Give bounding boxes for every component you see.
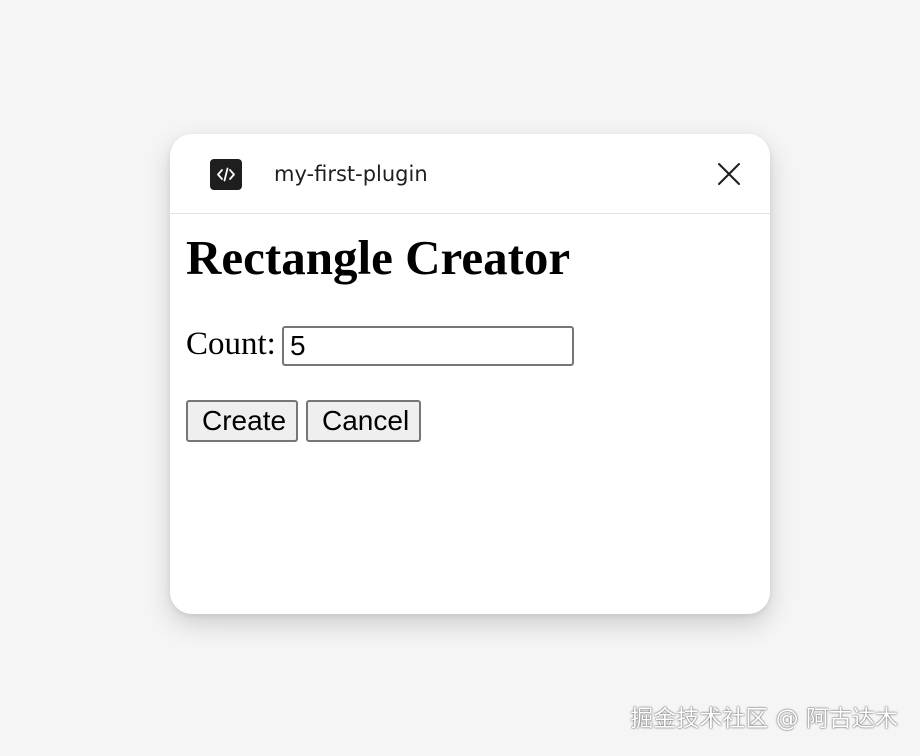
- plugin-dialog: my-first-plugin Rectangle Creator Count:…: [170, 134, 770, 614]
- count-input[interactable]: [282, 326, 574, 366]
- plugin-name: my-first-plugin: [274, 162, 428, 186]
- plugin-content: Rectangle Creator Count: Create Cancel: [186, 214, 754, 604]
- cancel-button[interactable]: Cancel: [306, 400, 421, 442]
- code-brackets-icon: [210, 159, 242, 190]
- dialog-titlebar: my-first-plugin: [170, 134, 770, 214]
- count-label: Count:: [186, 326, 276, 362]
- close-button[interactable]: [714, 159, 744, 189]
- page-title: Rectangle Creator: [186, 230, 571, 285]
- watermark: 掘金技术社区 @ 阿古达木: [630, 706, 898, 732]
- create-button[interactable]: Create: [186, 400, 298, 442]
- close-icon: [718, 163, 740, 185]
